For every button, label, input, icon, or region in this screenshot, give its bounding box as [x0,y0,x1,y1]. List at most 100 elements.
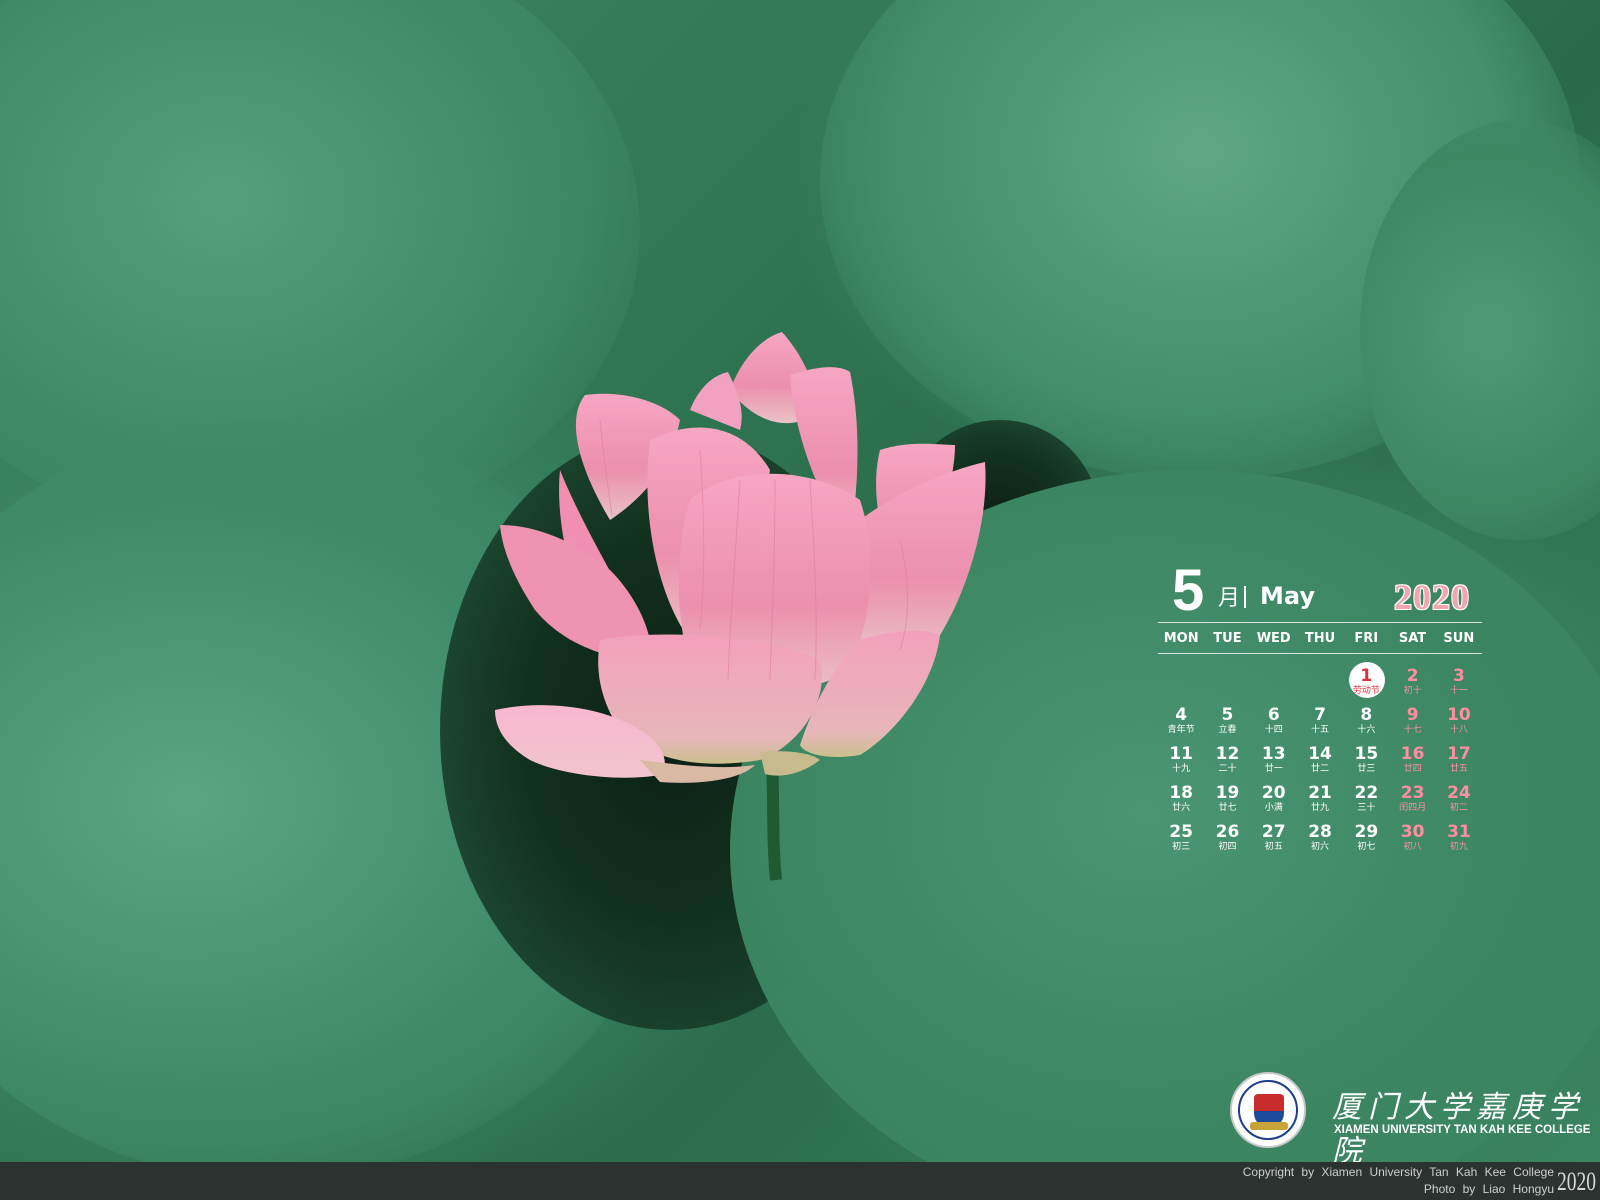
empty-day-cell [1204,660,1250,699]
day-number: 14 [1308,744,1332,764]
weekday-thu: THU [1304,630,1336,646]
day-number: 5 [1221,705,1234,725]
divider-bottom [1158,653,1482,654]
day-cell-14: 14 廿二 [1297,738,1343,777]
lunar-date: 初九 [1449,842,1468,852]
day-number: 23 [1400,783,1425,803]
lunar-date: 初十 [1403,686,1422,696]
day-number: 18 [1169,783,1193,803]
day-cell-16: 16 廿四 [1389,738,1435,777]
day-number: 27 [1261,822,1286,842]
day-cell-20: 20 小满 [1251,777,1297,816]
day-number: 15 [1354,744,1379,764]
day-cell-24: 24 初二 [1436,777,1482,816]
lunar-date: 廿五 [1449,764,1468,774]
date-grid: 1 劳动节 2 初十 3 十一 4 青年节 5 立春 6 十四 7 十五 8 十六 9 十七 10 十八 11 十九 12 二… [1158,660,1482,855]
lunar-date: 闰四月 [1399,803,1427,813]
college-seal-icon [1230,1072,1306,1148]
day-cell-9: 9 十七 [1389,699,1435,738]
footer-year: 2020 [1557,1167,1596,1196]
weekday-mon: MON [1163,630,1199,646]
college-name-english: XIAMEN UNIVERSITY TAN KAH KEE COLLEGE [1334,1124,1591,1136]
month-number: 5 [1172,558,1205,623]
lunar-date: 劳动节 [1352,686,1380,696]
month-chinese: 月 [1218,586,1241,611]
weekday-sat: SAT [1398,630,1427,646]
month-english: May [1260,582,1315,610]
day-cell-3: 3 十一 [1436,660,1482,699]
calendar-header: 5 月 May 2020 [1158,560,1482,622]
day-cell-6: 6 十四 [1251,699,1297,738]
day-cell-29: 29 初七 [1343,816,1389,855]
day-number: 24 [1447,783,1471,803]
day-cell-19: 19 廿七 [1204,777,1250,816]
day-number: 16 [1400,744,1425,764]
day-number: 11 [1169,744,1193,764]
day-number: 31 [1447,822,1471,842]
lunar-date: 立春 [1218,725,1237,735]
day-number: 9 [1406,705,1419,725]
empty-day-cell [1251,660,1297,699]
day-number: 3 [1453,666,1465,686]
lunar-date: 二十 [1218,764,1237,774]
day-number: 26 [1215,822,1240,842]
day-number: 7 [1314,705,1326,725]
photo-credit: Photo by Liao Hongyu [1423,1182,1554,1196]
day-cell-17: 17 廿五 [1436,738,1482,777]
lunar-date: 初二 [1449,803,1468,813]
day-number: 6 [1267,705,1280,725]
lunar-date: 十一 [1449,686,1468,696]
lunar-date: 廿七 [1218,803,1237,813]
calendar-year: 2020 [1394,577,1470,617]
lunar-date: 十四 [1264,725,1283,735]
day-cell-2: 2 初十 [1389,660,1435,699]
day-cell-5: 5 立春 [1204,699,1250,738]
seal-band [1250,1122,1288,1130]
day-cell-22: 22 三十 [1343,777,1389,816]
lunar-date: 十五 [1311,725,1330,735]
empty-day-cell [1297,660,1343,699]
day-number: 28 [1308,822,1332,842]
lunar-date: 三十 [1357,803,1376,813]
lunar-date: 廿六 [1172,803,1191,813]
lunar-date: 初三 [1172,842,1191,852]
weekday-wed: WED [1256,630,1291,646]
lunar-date: 初八 [1403,842,1422,852]
day-number: 13 [1261,744,1286,764]
day-number: 19 [1215,783,1240,803]
weekday-tue: TUE [1213,630,1242,646]
day-cell-10: 10 十八 [1436,699,1482,738]
lunar-date: 小满 [1264,803,1283,813]
day-number: 21 [1308,783,1332,803]
day-cell-12: 12 二十 [1204,738,1250,777]
day-number: 4 [1175,705,1188,725]
day-number: 2 [1406,666,1419,686]
day-cell-21: 21 廿九 [1297,777,1343,816]
day-cell-28: 28 初六 [1297,816,1343,855]
day-number: 29 [1354,822,1379,842]
weekday-row: MON TUE WED THU FRI SAT SUN [1158,623,1482,653]
lunar-date: 初五 [1264,842,1283,852]
weekday-sun: SUN [1443,630,1475,646]
day-cell-18: 18 廿六 [1158,777,1204,816]
day-number: 22 [1354,783,1379,803]
day-cell-13: 13 廿一 [1251,738,1297,777]
lunar-date: 青年节 [1167,725,1195,735]
day-cell-25: 25 初三 [1158,816,1204,855]
lunar-date: 十九 [1172,764,1191,774]
lunar-date: 廿四 [1403,764,1422,774]
lunar-date: 廿三 [1357,764,1376,774]
weekday-fri: FRI [1354,630,1379,646]
day-cell-15: 15 廿三 [1343,738,1389,777]
lunar-date: 初四 [1218,842,1237,852]
day-number: 8 [1360,705,1373,725]
day-cell-26: 26 初四 [1204,816,1250,855]
calendar: 5 月 May 2020 MON TUE WED THU FRI SAT SUN… [1158,560,1482,855]
day-cell-11: 11 十九 [1158,738,1204,777]
day-cell-27: 27 初五 [1251,816,1297,855]
day-cell-4: 4 青年节 [1158,699,1204,738]
empty-day-cell [1158,660,1204,699]
lunar-date: 初六 [1311,842,1330,852]
day-number: 30 [1400,822,1425,842]
day-number: 1 [1360,666,1373,686]
